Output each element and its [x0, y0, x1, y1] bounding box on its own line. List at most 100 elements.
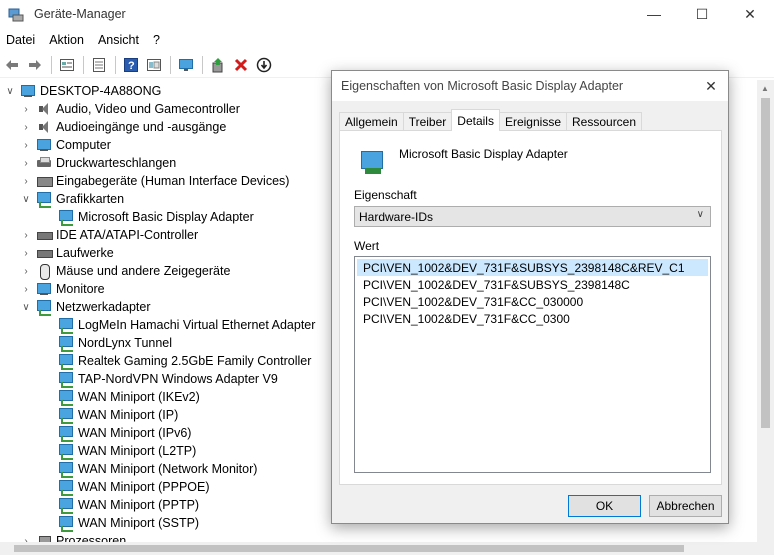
tree-category[interactable]: › Computer: [20, 136, 111, 154]
network-adapter-icon: [58, 461, 74, 478]
tab-allgemein[interactable]: Allgemein: [339, 112, 404, 131]
tree-device-label: WAN Miniport (PPPOE): [78, 480, 210, 494]
tree-category-label: Audioeingänge und -ausgänge: [56, 120, 227, 134]
network-adapter-icon: [58, 353, 74, 370]
show-hidden-icon[interactable]: [88, 54, 110, 76]
value-label: Wert: [354, 239, 380, 253]
tree-category[interactable]: › Druckwarteschlangen: [20, 154, 176, 172]
dialog-tabs: Allgemein Treiber Details Ereignisse Res…: [339, 109, 643, 131]
property-select-value: Hardware-IDs: [359, 209, 434, 224]
tree-device[interactable]: Microsoft Basic Display Adapter: [42, 208, 254, 226]
expand-chevron-icon[interactable]: ›: [20, 262, 32, 280]
menu-help[interactable]: ?: [147, 33, 166, 47]
maximize-button[interactable]: ☐: [678, 0, 726, 28]
menu-aktion[interactable]: Aktion: [43, 33, 90, 47]
expand-chevron-icon[interactable]: ›: [20, 154, 32, 172]
tree-category[interactable]: › Audioeingänge und -ausgänge: [20, 118, 226, 136]
uninstall-icon[interactable]: [230, 54, 252, 76]
properties-icon[interactable]: [56, 54, 78, 76]
tree-device[interactable]: NordLynx Tunnel: [42, 334, 172, 352]
title-bar: Geräte-Manager — ☐ ✕: [0, 0, 774, 28]
computer-icon: [20, 83, 36, 99]
monitor-icon[interactable]: [175, 54, 197, 76]
tree-device[interactable]: WAN Miniport (Network Monitor): [42, 460, 257, 478]
expand-chevron-icon[interactable]: ›: [20, 226, 32, 244]
network-adapter-icon: [58, 479, 74, 496]
tree-category[interactable]: › Audio, Video und Gamecontroller: [20, 100, 240, 118]
list-item[interactable]: PCI\VEN_1002&DEV_731F&CC_0300: [357, 310, 708, 327]
horizontal-scrollbar[interactable]: [0, 542, 757, 555]
vertical-scrollbar[interactable]: ▲: [757, 80, 774, 542]
network-adapter-icon: [58, 407, 74, 424]
tree-category[interactable]: › Eingabegeräte (Human Interface Devices…: [20, 172, 289, 190]
ok-button[interactable]: OK: [568, 495, 641, 517]
close-button[interactable]: ✕: [726, 0, 774, 28]
toolbar-separator: [83, 55, 84, 74]
tree-device[interactable]: WAN Miniport (IP): [42, 406, 178, 424]
menu-datei[interactable]: Datei: [0, 33, 41, 47]
tree-category[interactable]: › IDE ATA/ATAPI-Controller: [20, 226, 198, 244]
tree-device[interactable]: WAN Miniport (L2TP): [42, 442, 196, 460]
network-adapter-icon: [58, 371, 74, 388]
tree-root[interactable]: ∨ DESKTOP-4A88ONG: [4, 82, 161, 100]
expand-chevron-icon[interactable]: ›: [20, 532, 32, 543]
list-item[interactable]: PCI\VEN_1002&DEV_731F&SUBSYS_2398148C: [357, 276, 708, 293]
expand-chevron-icon[interactable]: ›: [20, 136, 32, 154]
list-item[interactable]: PCI\VEN_1002&DEV_731F&CC_030000: [357, 293, 708, 310]
cancel-button[interactable]: Abbrechen: [649, 495, 722, 517]
collapse-chevron-icon[interactable]: ∨: [4, 82, 16, 100]
tree-category[interactable]: ∨ Grafikkarten: [20, 190, 124, 208]
tree-device[interactable]: WAN Miniport (IKEv2): [42, 388, 200, 406]
tree-device[interactable]: WAN Miniport (IPv6): [42, 424, 191, 442]
tree-category[interactable]: › Laufwerke: [20, 244, 113, 262]
tree-device[interactable]: WAN Miniport (SSTP): [42, 514, 199, 532]
speaker-icon: [36, 101, 52, 117]
scroll-thumb[interactable]: [14, 545, 684, 552]
forward-icon[interactable]: [24, 54, 46, 76]
tree-category[interactable]: › Prozessoren: [20, 532, 126, 542]
dialog-close-button[interactable]: ✕: [694, 71, 728, 101]
menu-ansicht[interactable]: Ansicht: [92, 33, 145, 47]
property-select[interactable]: Hardware-IDs ∨: [354, 206, 711, 227]
tab-treiber[interactable]: Treiber: [402, 112, 453, 131]
device-name: Microsoft Basic Display Adapter: [399, 147, 568, 161]
minimize-button[interactable]: —: [630, 0, 678, 28]
expand-chevron-icon[interactable]: ›: [20, 280, 32, 298]
update-driver-icon[interactable]: [207, 54, 229, 76]
back-icon[interactable]: [1, 54, 23, 76]
network-adapter-icon: [58, 443, 74, 460]
toolbar-separator: [51, 55, 52, 74]
tree-category[interactable]: ∨ Netzwerkadapter: [20, 298, 151, 316]
tree-category[interactable]: › Mäuse und andere Zeigegeräte: [20, 262, 230, 280]
expand-chevron-icon[interactable]: ›: [20, 172, 32, 190]
value-list[interactable]: PCI\VEN_1002&DEV_731F&SUBSYS_2398148C&RE…: [354, 256, 711, 473]
network-adapter-icon: [36, 299, 52, 316]
tree-category-label: Mäuse und andere Zeigegeräte: [56, 264, 231, 278]
tree-device[interactable]: LogMeIn Hamachi Virtual Ethernet Adapter: [42, 316, 315, 334]
network-adapter-icon: [58, 389, 74, 406]
tab-ereignisse[interactable]: Ereignisse: [498, 112, 567, 131]
help-icon[interactable]: ?: [120, 54, 142, 76]
scroll-up-icon[interactable]: ▲: [761, 84, 769, 93]
tab-ressourcen[interactable]: Ressourcen: [566, 112, 643, 131]
tree-device[interactable]: Realtek Gaming 2.5GbE Family Controller: [42, 352, 311, 370]
tree-device[interactable]: TAP-NordVPN Windows Adapter V9: [42, 370, 278, 388]
tree-device[interactable]: WAN Miniport (PPPOE): [42, 478, 210, 496]
tab-details[interactable]: Details: [451, 109, 500, 131]
tree-category[interactable]: › Monitore: [20, 280, 104, 298]
scroll-thumb[interactable]: [761, 98, 770, 428]
list-item[interactable]: PCI\VEN_1002&DEV_731F&SUBSYS_2398148C&RE…: [357, 259, 708, 276]
expand-chevron-icon[interactable]: ›: [20, 118, 32, 136]
expand-chevron-icon[interactable]: ›: [20, 244, 32, 262]
scrollbar-corner: [757, 542, 774, 555]
display-adapter-icon: [359, 149, 387, 177]
collapse-chevron-icon[interactable]: ∨: [20, 190, 32, 208]
svg-text:?: ?: [128, 60, 135, 72]
tree-device[interactable]: WAN Miniport (PPTP): [42, 496, 199, 514]
tree-category-label: Grafikkarten: [56, 192, 125, 206]
tree-category-label: Audio, Video und Gamecontroller: [56, 102, 240, 116]
expand-chevron-icon[interactable]: ›: [20, 100, 32, 118]
view-icon[interactable]: [143, 54, 165, 76]
disable-icon[interactable]: [253, 54, 275, 76]
collapse-chevron-icon[interactable]: ∨: [20, 298, 32, 316]
